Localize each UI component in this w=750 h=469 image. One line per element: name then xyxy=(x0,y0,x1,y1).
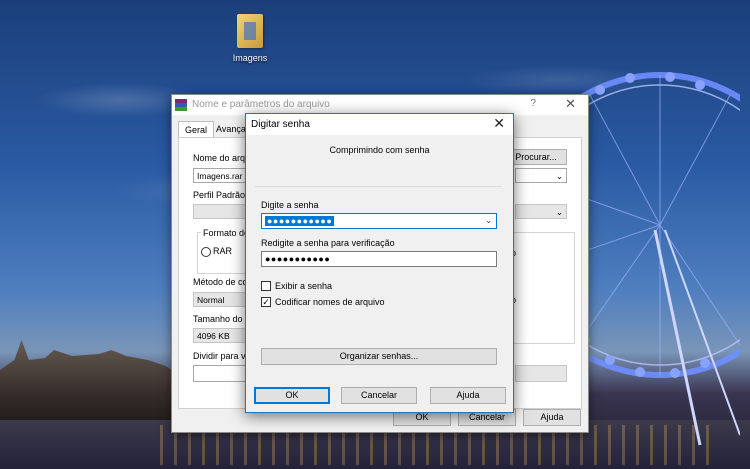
encrypt-filenames-label: Codificar nomes de arquivo xyxy=(275,297,385,307)
archive-window-titlebar: Nome e parâmetros do arquivo ? ✕ xyxy=(172,95,588,115)
chevron-down-icon: ⌄ xyxy=(555,207,563,217)
profile-label: Perfil Padrão xyxy=(193,190,246,200)
chevron-down-icon[interactable]: ⌄ xyxy=(485,214,492,228)
reenter-password-input[interactable]: ●●●●●●●●●●● xyxy=(261,251,497,267)
profile-select[interactable] xyxy=(193,204,249,219)
profile-dropdown[interactable]: ⌄ xyxy=(515,204,567,219)
radio-icon xyxy=(201,246,211,257)
city-skyline xyxy=(0,340,180,430)
show-password-checkbox[interactable] xyxy=(261,281,271,291)
reenter-password-label: Redigite a senha para verificação xyxy=(261,238,395,248)
format-rar-label: RAR xyxy=(213,246,233,256)
dictionary-size-label: Tamanho do d xyxy=(193,314,251,324)
password-input[interactable]: ●●●●●●●●●●● ⌄ xyxy=(261,213,497,229)
help-button[interactable]: Ajuda xyxy=(523,409,581,426)
compression-method-label: Método de co xyxy=(193,277,248,287)
folder-icon xyxy=(237,14,263,48)
archive-name-field[interactable]: Imagens.rar xyxy=(193,168,253,183)
show-password-label: Exibir a senha xyxy=(275,281,333,291)
archive-name-dropdown[interactable]: ⌄ xyxy=(515,168,567,183)
chevron-down-icon: ⌄ xyxy=(555,171,563,181)
password-value: ●●●●●●●●●●● xyxy=(265,216,335,226)
ok-button[interactable]: OK xyxy=(254,387,330,404)
tab-geral[interactable]: Geral xyxy=(178,121,214,138)
split-volumes-unit[interactable] xyxy=(515,365,567,382)
password-dialog: Digitar senha ✕ Comprimindo com senha Di… xyxy=(245,113,514,413)
password-dialog-title: Digitar senha xyxy=(251,119,310,130)
split-volumes-label: Dividir para vo xyxy=(193,351,251,361)
close-icon[interactable]: ✕ xyxy=(493,115,505,132)
help-button[interactable]: Ajuda xyxy=(430,387,506,404)
reenter-password-value: ●●●●●●●●●●● xyxy=(265,254,331,264)
browse-button[interactable]: Procurar... xyxy=(505,149,567,165)
archive-window-title: Nome e parâmetros do arquivo xyxy=(192,99,330,110)
password-dialog-subtitle: Comprimindo com senha xyxy=(329,145,430,155)
organize-passwords-button[interactable]: Organizar senhas... xyxy=(261,348,497,365)
format-rar-radio[interactable]: RAR xyxy=(201,246,232,257)
split-volumes-field[interactable] xyxy=(193,365,249,382)
close-icon[interactable]: ✕ xyxy=(565,96,576,112)
dictionary-size-select[interactable]: 4096 KB xyxy=(193,328,249,343)
help-icon[interactable]: ? xyxy=(530,98,536,109)
winrar-icon xyxy=(175,99,187,111)
desktop-folder-imagens[interactable]: Imagens xyxy=(224,14,276,63)
desktop-icon-label: Imagens xyxy=(232,53,268,63)
archive-name-label: Nome do arqu xyxy=(193,153,251,163)
compression-method-select[interactable]: Normal xyxy=(193,292,249,307)
cancel-button[interactable]: Cancelar xyxy=(341,387,417,404)
encrypt-filenames-checkbox[interactable]: ✓ xyxy=(261,297,271,307)
checkmark-icon: ✓ xyxy=(262,297,270,307)
enter-password-label: Digite a senha xyxy=(261,200,319,210)
tab-avancado[interactable]: Avança xyxy=(216,124,246,134)
divider xyxy=(255,186,502,187)
format-label: Formato do xyxy=(201,228,252,238)
password-dialog-titlebar: Digitar senha ✕ xyxy=(246,114,513,135)
